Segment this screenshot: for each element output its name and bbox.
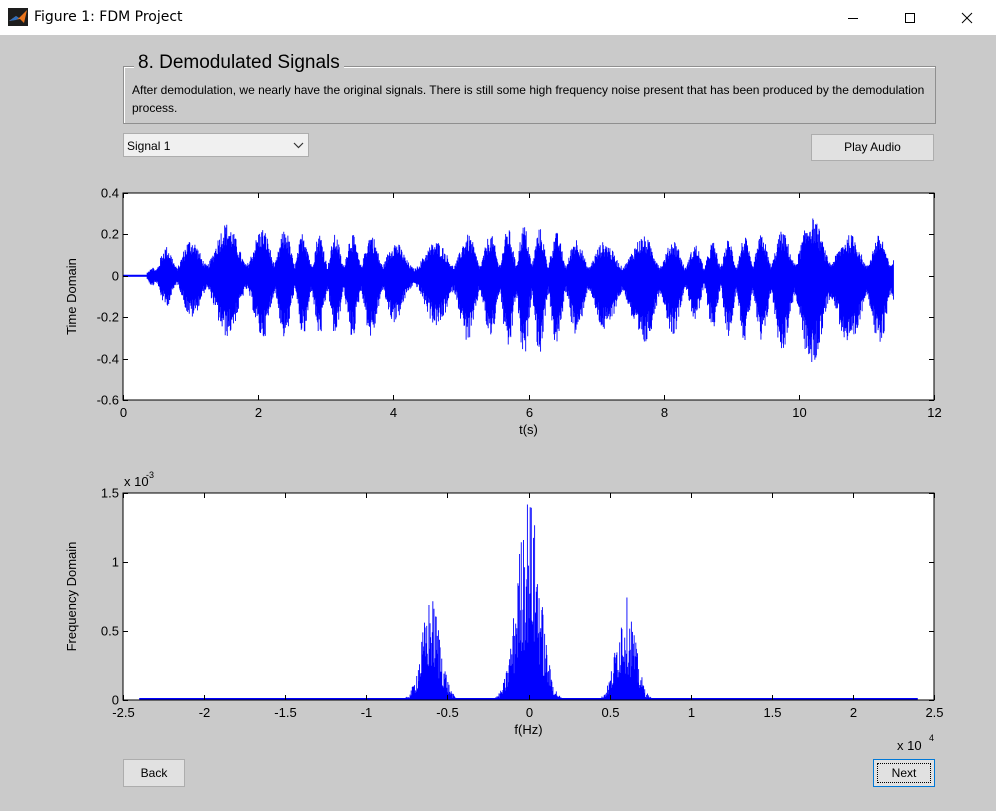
x-tick-label: -2.5 xyxy=(112,705,134,720)
x-tick-label: 2 xyxy=(850,705,857,720)
y-tick-label: 1 xyxy=(112,555,119,570)
x-tick-label: 8 xyxy=(661,405,668,420)
x-tick-label: 4 xyxy=(390,405,397,420)
minimize-icon xyxy=(848,17,858,19)
matlab-icon xyxy=(8,8,28,26)
y-tick-label: -0.2 xyxy=(97,310,119,325)
y-tick-label: -0.6 xyxy=(97,393,119,408)
window-title: Figure 1: FDM Project xyxy=(34,9,183,25)
panel-description: After demodulation, we nearly have the o… xyxy=(132,83,925,115)
maximize-button[interactable] xyxy=(887,0,933,35)
x-tick-label: 2.5 xyxy=(925,705,943,720)
plot-2: -2.5 -2 -1.5 -1 -0.5 0 0.5 1 1.5 2 2.5 0 0.5 1 1.5 f(Hz… xyxy=(64,470,944,753)
x-tick-label: 6 xyxy=(526,405,533,420)
y-tick-label: 0.2 xyxy=(101,227,119,242)
y-axis-label: Frequency Domain xyxy=(64,542,79,652)
plot-area xyxy=(123,193,934,400)
maximize-icon xyxy=(905,12,915,23)
x-multiplier-exponent: 4 xyxy=(929,733,934,743)
y-tick-label: 1.5 xyxy=(101,486,119,501)
x-tick-label: 0 xyxy=(526,705,533,720)
signal-select[interactable]: Signal 1 xyxy=(123,133,309,157)
x-axis-label: t(s) xyxy=(519,422,538,437)
next-button[interactable]: Next xyxy=(873,759,935,787)
time-domain-trace xyxy=(122,218,894,362)
play-audio-button[interactable]: Play Audio xyxy=(811,134,934,161)
x-tick-label: 1.5 xyxy=(763,705,781,720)
plot-1: 0 2 4 6 8 10 12 -0.6 -0.4 -0.2 0 0.2 0.4 t(s) Time Dom… xyxy=(64,186,942,438)
x-tick-label: 2 xyxy=(255,405,262,420)
frequency-domain-trace xyxy=(400,504,657,700)
back-button[interactable]: Back xyxy=(123,759,185,787)
chevron-down-icon xyxy=(293,142,304,149)
title-bar: Figure 1: FDM Project xyxy=(0,0,996,35)
y-axis-label: Time Domain xyxy=(64,258,79,335)
y-tick-label: 0 xyxy=(112,269,119,284)
x-tick-label: -0.5 xyxy=(436,705,458,720)
minimize-button[interactable] xyxy=(830,0,876,35)
plot-frame xyxy=(122,492,935,701)
close-button[interactable] xyxy=(944,0,990,35)
plot-area xyxy=(123,493,934,700)
y-tick-label: -0.4 xyxy=(97,352,119,367)
signal-select-value: Signal 1 xyxy=(127,139,171,153)
x-tick-label: 12 xyxy=(927,405,941,420)
y-tick-label: 0.5 xyxy=(101,624,119,639)
x-tick-label: 10 xyxy=(792,405,806,420)
x-multiplier-label: x 10 xyxy=(897,738,922,753)
x-axis-label: f(Hz) xyxy=(514,722,542,737)
close-icon xyxy=(961,12,973,23)
plot-frame xyxy=(122,192,935,401)
x-tick-label: 1 xyxy=(688,705,695,720)
y-tick-label: 0 xyxy=(112,693,119,708)
y-multiplier-exponent: -3 xyxy=(146,470,154,480)
x-tick-label: -1 xyxy=(361,705,373,720)
next-button-label: Next xyxy=(891,766,917,780)
x-tick-label: -2 xyxy=(199,705,211,720)
x-tick-label: 0 xyxy=(120,405,127,420)
x-tick-label: 0.5 xyxy=(601,705,619,720)
y-multiplier-label: x 10 xyxy=(124,474,149,489)
y-tick-label: 0.4 xyxy=(101,186,119,201)
panel-title: 8. Demodulated Signals xyxy=(134,52,344,74)
x-tick-label: -1.5 xyxy=(274,705,296,720)
